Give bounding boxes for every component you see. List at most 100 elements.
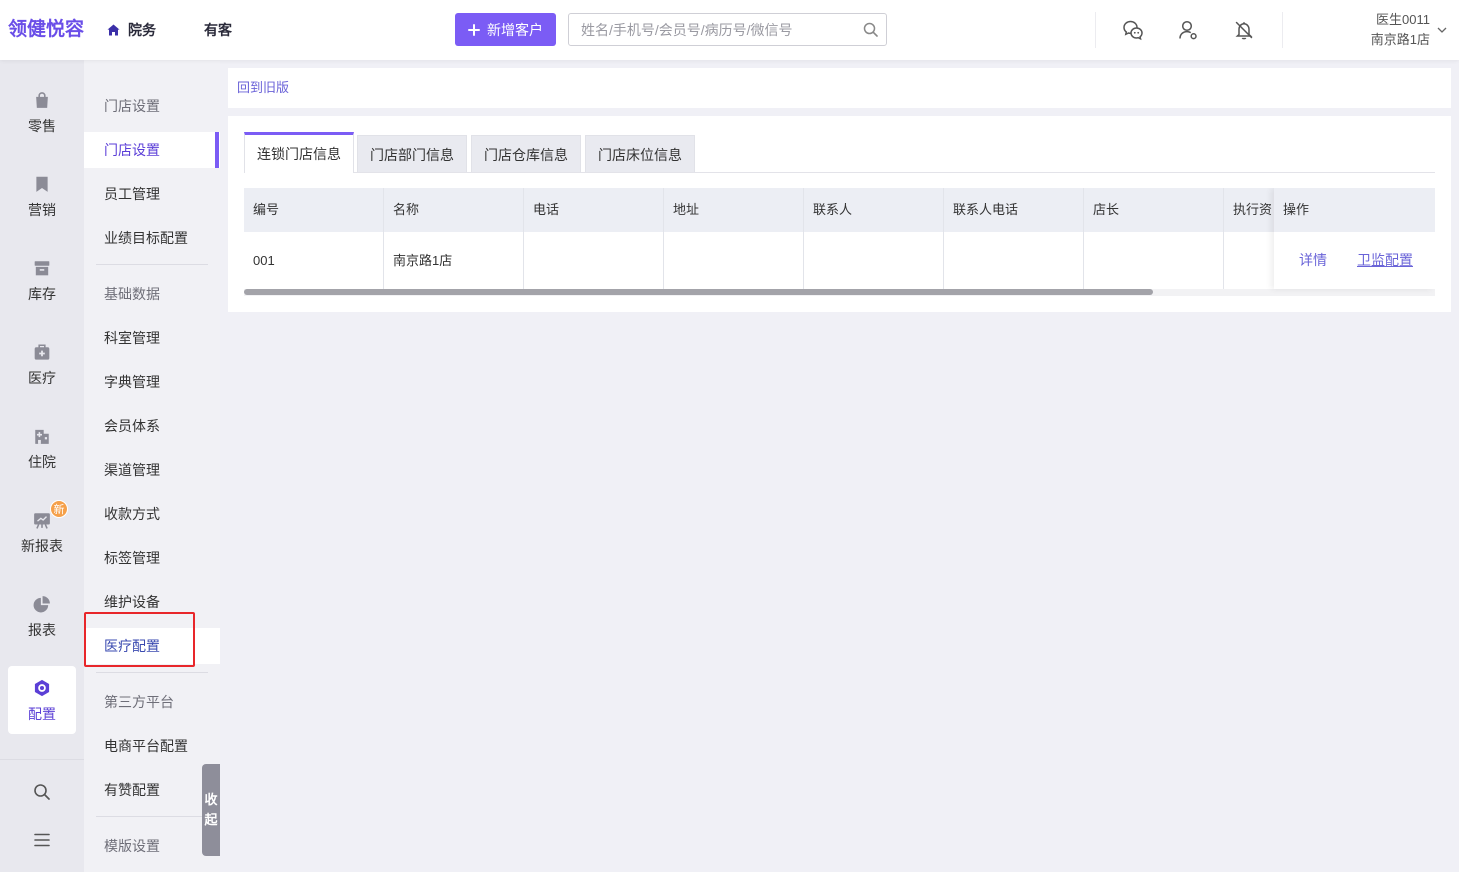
sub-nav-item-dictionary[interactable]: 字典管理 [84, 364, 220, 400]
sub-nav-item-payment-methods[interactable]: 收款方式 [84, 496, 220, 532]
main-nav-label: 配置 [28, 706, 56, 722]
hospital-icon [33, 427, 51, 445]
back-to-old-version-link[interactable]: 回到旧版 [237, 68, 289, 108]
tab-store-warehouse-info[interactable]: 门店仓库信息 [471, 135, 581, 172]
main-nav-label: 新报表 [21, 538, 63, 554]
shopping-bag-icon [33, 91, 51, 109]
main-nav-item-retail[interactable]: 零售 [8, 78, 76, 146]
column-header: 联系人电话 [944, 188, 1084, 232]
main-nav-item-reports[interactable]: 报表 [8, 582, 76, 650]
user-icon[interactable] [1177, 19, 1199, 41]
chevron-down-icon[interactable] [1437, 27, 1447, 33]
sub-nav: 门店设置 门店设置 员工管理 业绩目标配置 基础数据 科室管理 字典管理 会员体… [84, 60, 220, 872]
table-horizontal-scrollbar[interactable] [244, 289, 1435, 296]
nav-yuanwu-label: 院务 [128, 22, 156, 38]
column-header: 名称 [384, 188, 524, 232]
nav-youke[interactable]: 有客 [204, 0, 232, 60]
column-header: 地址 [664, 188, 804, 232]
header-divider [1282, 12, 1283, 48]
main-nav-label: 报表 [28, 622, 56, 638]
table-header: 编号 名称 电话 地址 联系人 联系人电话 店长 执行资 [244, 188, 1435, 232]
main-nav-label: 营销 [28, 202, 56, 218]
main-nav-label: 零售 [28, 118, 56, 134]
user-info[interactable]: 医生0011 南京路1店 [1371, 10, 1430, 50]
search-icon[interactable] [33, 783, 51, 801]
column-header: 店长 [1084, 188, 1224, 232]
tab-chain-store-info[interactable]: 连锁门店信息 [244, 132, 354, 173]
nav-yuanwu[interactable]: 院务 [107, 0, 156, 60]
sub-nav-item-medical-config[interactable]: 医疗配置 [84, 628, 220, 664]
table-row: 001 南京路1店 [244, 232, 1435, 289]
plus-icon [468, 23, 480, 36]
main-nav-item-medical[interactable]: 医疗 [8, 330, 76, 398]
table-cell [1084, 232, 1224, 289]
header-divider [1095, 12, 1096, 48]
table-cell [804, 232, 944, 289]
new-customer-button[interactable]: 新增客户 [455, 13, 556, 46]
store-table: 编号 名称 电话 地址 联系人 联系人电话 店长 执行资 001 南京路1店 操… [244, 188, 1435, 296]
sub-nav-divider [96, 672, 208, 673]
table-cell: 001 [244, 232, 384, 289]
sub-nav-item-ecommerce[interactable]: 电商平台配置 [84, 728, 220, 764]
collapse-sidebar-button[interactable]: 收起 [202, 764, 220, 856]
search-box [568, 13, 887, 46]
main-nav-label: 住院 [28, 454, 56, 470]
customer-search-input[interactable] [568, 13, 887, 46]
sub-nav-item-youzan[interactable]: 有赞配置 [84, 772, 220, 808]
column-header-actions: 操作 [1274, 188, 1435, 232]
main-nav-divider [0, 759, 84, 760]
table-cell [944, 232, 1084, 289]
main-nav-item-new-reports[interactable]: 新 新报表 [8, 498, 76, 566]
table-cell [664, 232, 804, 289]
presentation-icon [33, 511, 51, 529]
sub-nav-item-channels[interactable]: 渠道管理 [84, 452, 220, 488]
main-nav-item-marketing[interactable]: 营销 [8, 162, 76, 230]
user-name: 医生0011 [1376, 12, 1430, 27]
sub-nav-item-tags[interactable]: 标签管理 [84, 540, 220, 576]
top-header: 领健悦容 院务 有客 新增客户 姓名/手机号/会员号/病历号/微信号 医生001… [0, 0, 1459, 60]
sub-nav-item-staff[interactable]: 员工管理 [84, 176, 220, 212]
home-icon [107, 24, 120, 36]
chat-icon[interactable] [1122, 19, 1144, 41]
action-column: 操作 详情 卫监配置 [1274, 188, 1435, 289]
sub-nav-group-title: 模版设置 [104, 838, 160, 854]
main-nav-item-settings[interactable]: 配置 [8, 666, 76, 734]
action-cell: 详情 卫监配置 [1274, 232, 1435, 289]
column-header: 电话 [524, 188, 664, 232]
sub-nav-item-performance-targets[interactable]: 业绩目标配置 [84, 220, 220, 256]
store-info-card: 连锁门店信息 门店部门信息 门店仓库信息 门店床位信息 编号 名称 电话 地址 … [228, 116, 1451, 312]
medical-kit-icon [33, 343, 51, 361]
archive-box-icon [33, 259, 51, 277]
app-logo[interactable]: 领健悦容 [8, 17, 84, 43]
bookmark-icon [33, 175, 51, 193]
settings-hexagon-icon [33, 679, 51, 697]
health-supervision-config-link[interactable]: 卫监配置 [1357, 232, 1413, 289]
search-icon[interactable] [863, 22, 878, 37]
main-nav: 零售 营销 库存 医疗 住院 新 新报表 报表 配置 [0, 60, 84, 872]
tab-store-department-info[interactable]: 门店部门信息 [357, 135, 467, 172]
sub-nav-item-membership[interactable]: 会员体系 [84, 408, 220, 444]
nav-youke-label: 有客 [204, 22, 232, 38]
content-topbar: 回到旧版 [228, 68, 1451, 108]
main-nav-label: 库存 [28, 286, 56, 302]
sub-nav-divider [96, 264, 208, 265]
tab-store-bed-info[interactable]: 门店床位信息 [585, 135, 695, 172]
bell-off-icon[interactable] [1233, 19, 1255, 41]
main-nav-item-inpatient[interactable]: 住院 [8, 414, 76, 482]
new-customer-label: 新增客户 [487, 21, 543, 38]
main-nav-label: 医疗 [28, 370, 56, 386]
sub-nav-group-title: 基础数据 [104, 286, 160, 302]
sub-nav-item-devices[interactable]: 维护设备 [84, 584, 220, 620]
table-cell: 南京路1店 [384, 232, 524, 289]
sub-nav-group-title: 第三方平台 [104, 694, 174, 710]
details-link[interactable]: 详情 [1299, 232, 1327, 289]
sub-nav-item-store-settings[interactable]: 门店设置 [84, 132, 220, 168]
sub-nav-group-title: 门店设置 [104, 98, 160, 114]
scrollbar-thumb[interactable] [244, 289, 1153, 295]
sub-nav-item-departments[interactable]: 科室管理 [84, 320, 220, 356]
main-nav-item-inventory[interactable]: 库存 [8, 246, 76, 314]
collapse-label: 收起 [204, 792, 218, 827]
store-name: 南京路1店 [1370, 32, 1430, 47]
menu-icon[interactable] [33, 831, 51, 849]
column-header: 联系人 [804, 188, 944, 232]
